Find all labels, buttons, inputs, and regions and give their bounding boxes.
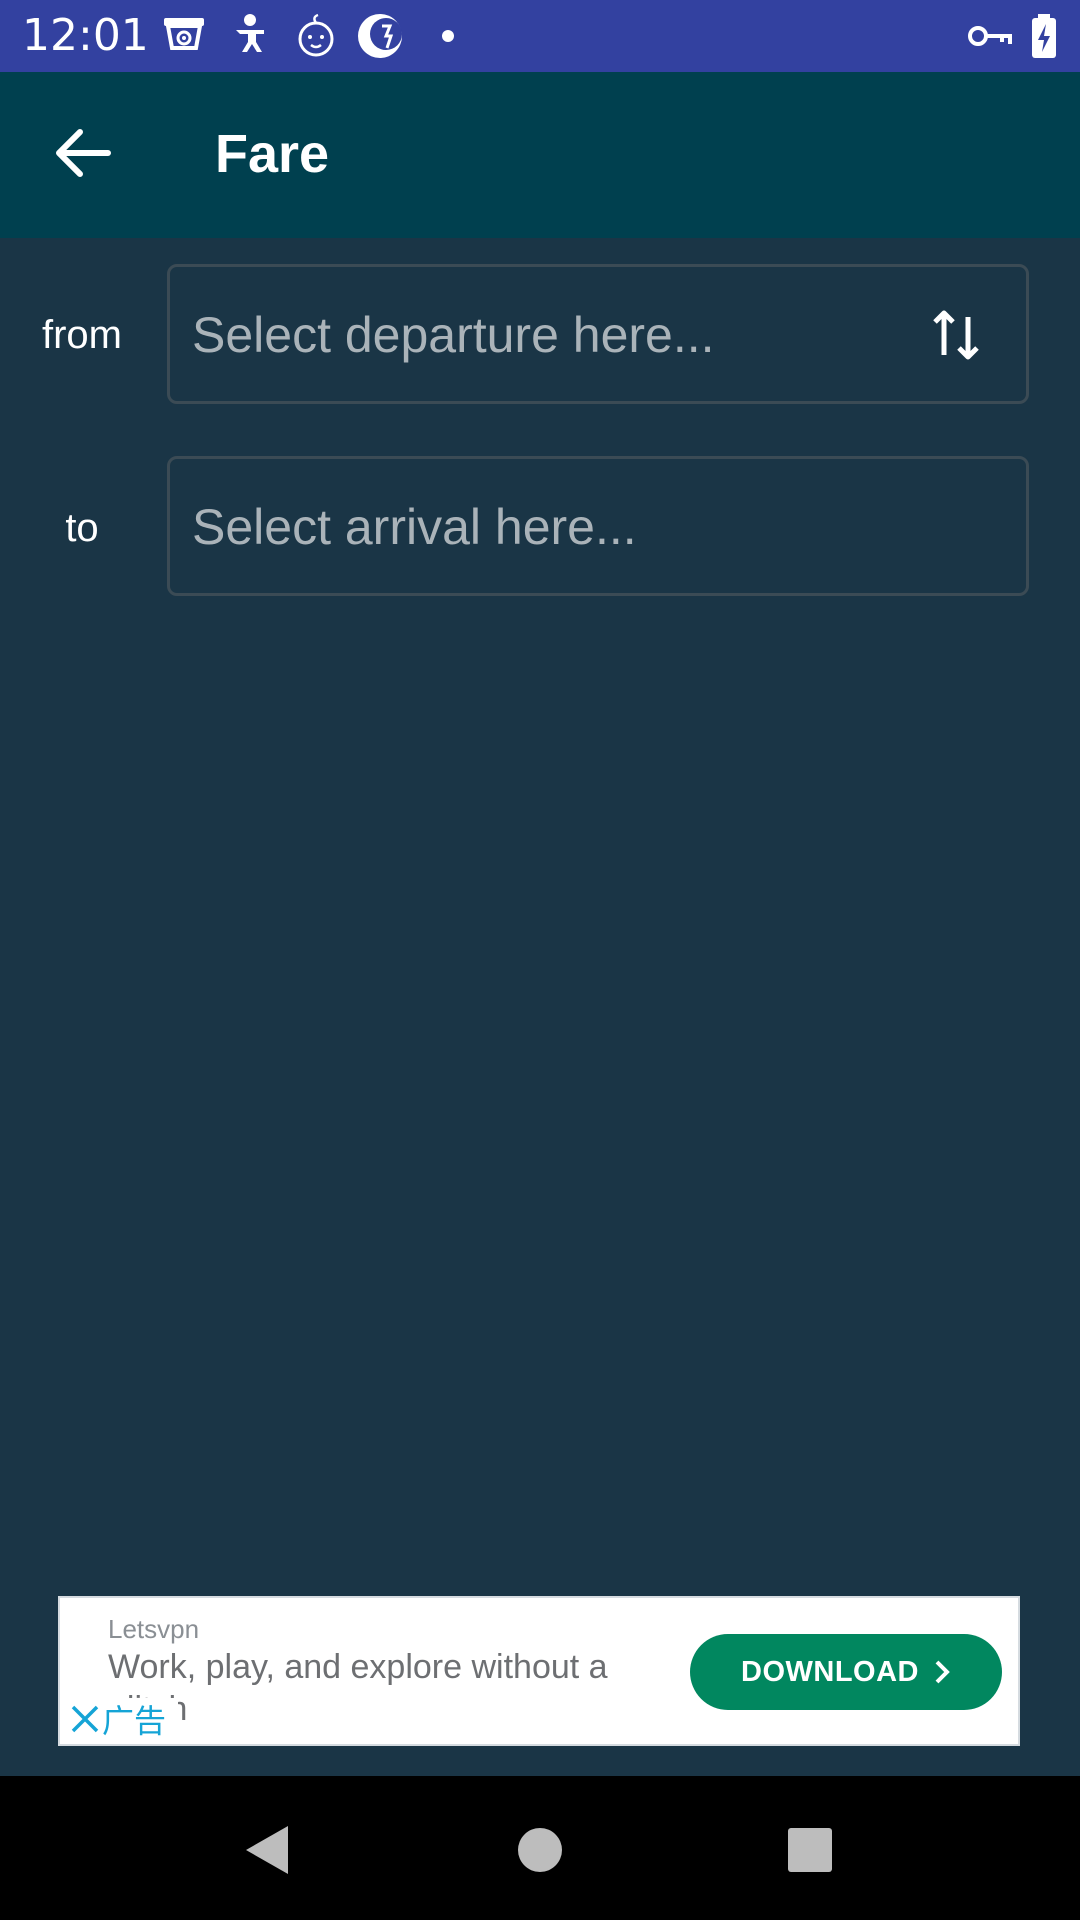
vpn-key-icon (968, 26, 1012, 46)
from-label: from (42, 313, 122, 357)
arrival-field[interactable] (167, 456, 1029, 596)
download-button-label: DOWNLOAD (741, 1655, 919, 1688)
baby-app-icon (236, 14, 264, 52)
swap-vertical-icon[interactable] (930, 305, 986, 365)
download-button[interactable]: DOWNLOAD (690, 1634, 1002, 1710)
departure-input[interactable] (190, 267, 874, 403)
app-bar: Fare (0, 72, 1080, 238)
ad-headline[interactable]: Work, play, and explore without a glitch (108, 1646, 668, 1730)
status-bar: 12:01 (0, 0, 1080, 72)
arrival-input[interactable] (190, 459, 874, 595)
recents-square-icon[interactable] (782, 1822, 838, 1878)
baby-face-app-icon (298, 13, 334, 57)
page-title: Fare (215, 124, 330, 184)
arrow-left-icon[interactable] (50, 120, 116, 186)
to-label: to (65, 506, 99, 550)
ad-label: 广告 (102, 1702, 167, 1740)
back-triangle-icon[interactable] (240, 1822, 296, 1878)
ad-choice[interactable]: 广告 (68, 1698, 178, 1740)
battery-charging-icon (1032, 14, 1056, 58)
notification-dot-icon (442, 30, 454, 42)
navigation-bar (0, 1776, 1080, 1920)
departure-field[interactable] (167, 264, 1029, 404)
home-circle-icon[interactable] (512, 1822, 568, 1878)
ad-banner[interactable]: Letsvpn Work, play, and explore without … (58, 1596, 1020, 1746)
moon-app-icon (358, 14, 402, 58)
camera-app-icon (164, 18, 204, 50)
ad-advertiser: Letsvpn (108, 1614, 200, 1644)
chevron-right-icon (935, 1660, 950, 1684)
status-time: 12:01 (22, 10, 149, 61)
close-icon[interactable] (68, 1702, 102, 1736)
